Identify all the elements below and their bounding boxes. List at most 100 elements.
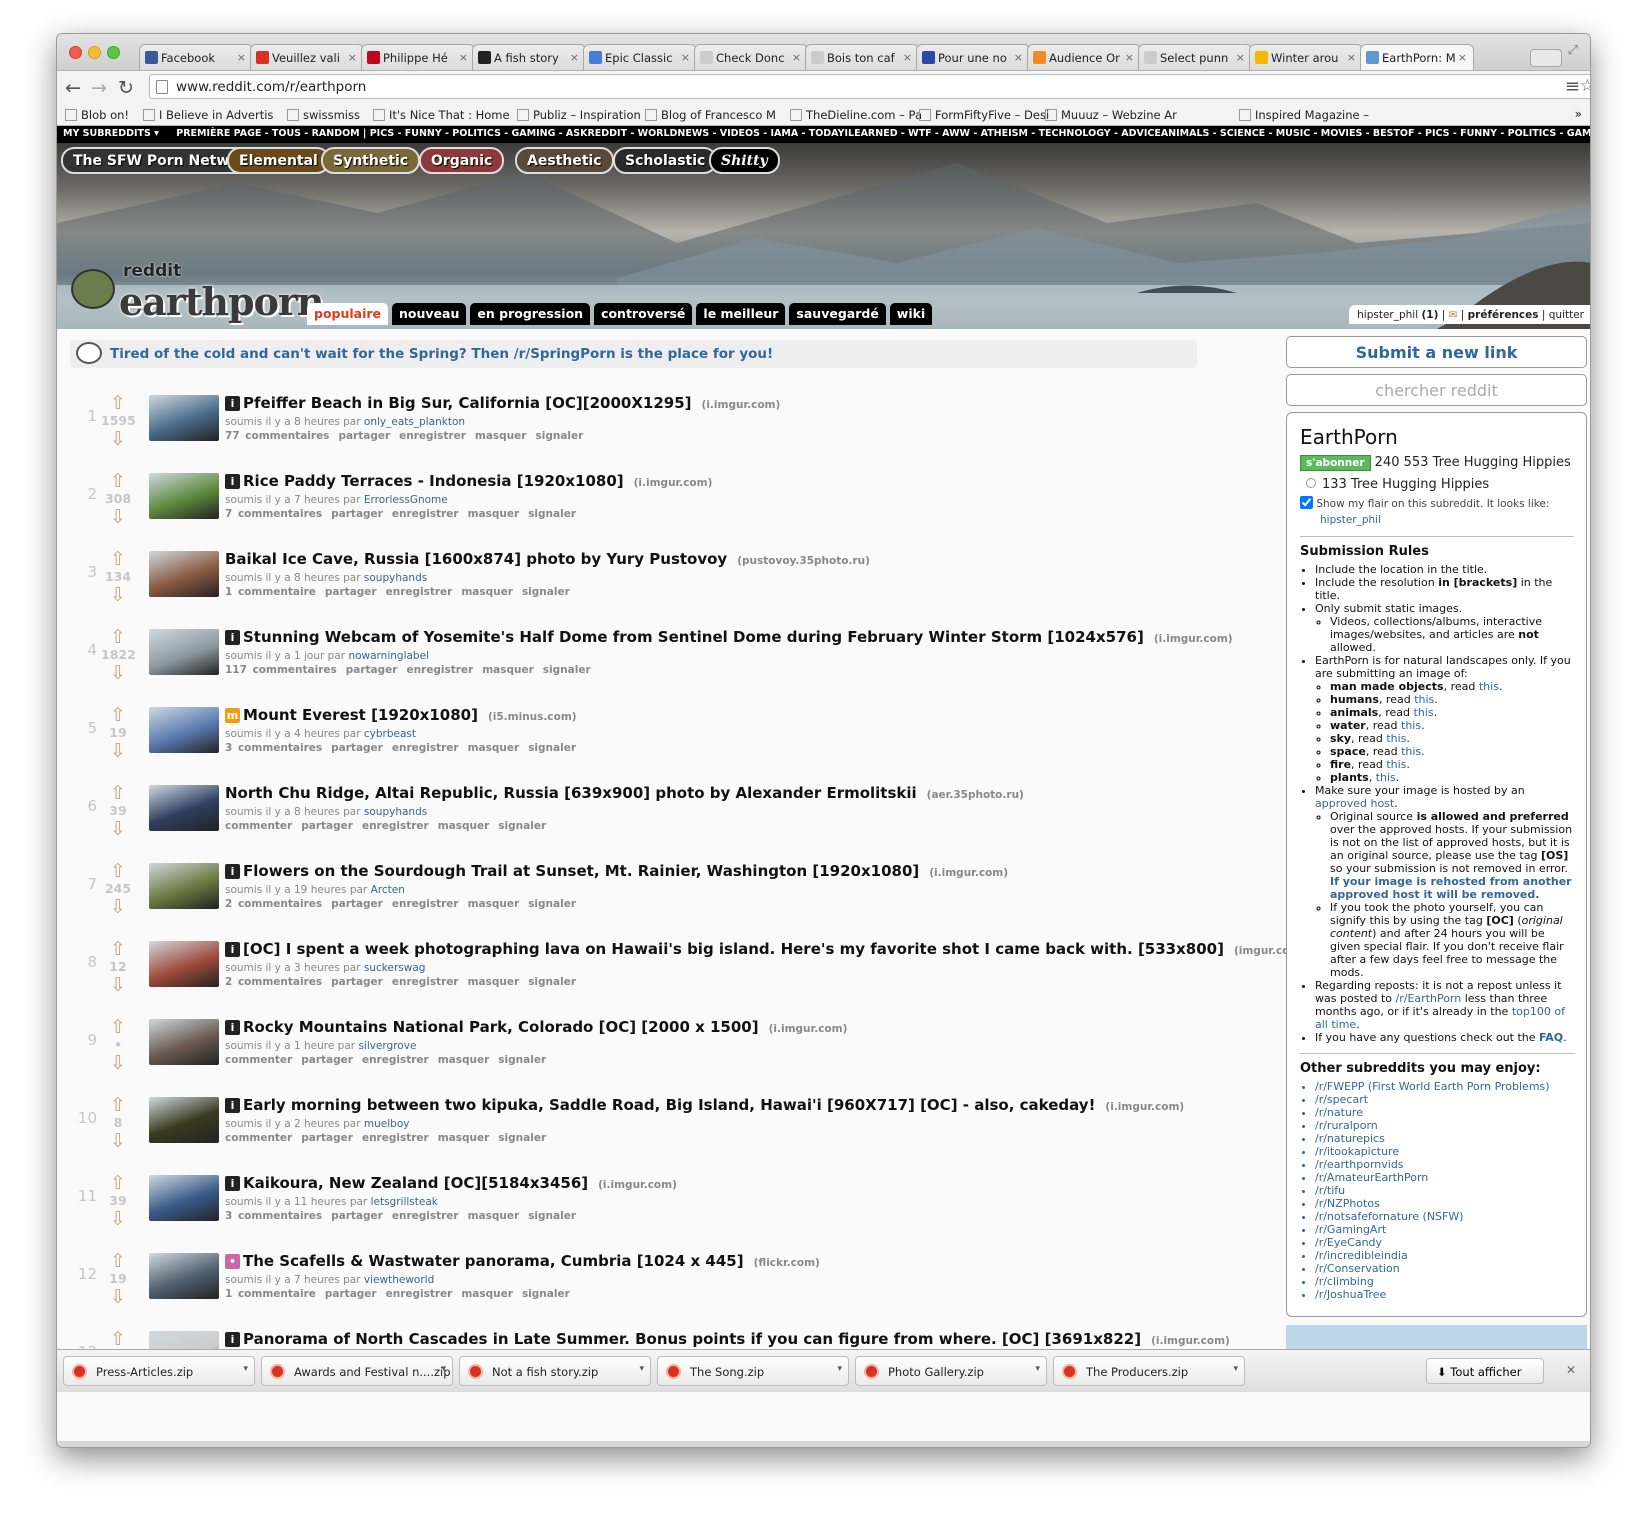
post-action-3[interactable]: signaler [498, 1054, 546, 1066]
post-action-2[interactable]: masquer [468, 742, 520, 754]
downvote-arrow-icon[interactable]: ⇩ [101, 1209, 135, 1229]
other-subreddit-link[interactable]: /r/ruralporn [1315, 1119, 1574, 1132]
bookmark-item[interactable]: swissmiss [287, 108, 360, 122]
post-action-1[interactable]: enregistrer [386, 586, 453, 598]
announcement-bar[interactable]: Tired of the cold and can't wait for the… [70, 340, 1197, 368]
post-action-2[interactable]: masquer [438, 820, 490, 832]
close-tab-icon[interactable]: × [903, 51, 912, 64]
post-action-3[interactable]: signaler [498, 1132, 546, 1144]
other-subreddit-link[interactable]: /r/tifu [1315, 1184, 1574, 1197]
subscribe-button[interactable]: s'abonner [1300, 455, 1371, 471]
forward-button[interactable]: → [91, 77, 107, 99]
show-all-downloads-button[interactable]: ⬇ Tout afficher [1426, 1358, 1544, 1384]
other-subreddit-link[interactable]: /r/specart [1315, 1093, 1574, 1106]
post-action-0[interactable]: partager [346, 664, 398, 676]
comments-link[interactable]: 1 commentaire [225, 1288, 316, 1300]
post-thumbnail[interactable] [149, 707, 219, 753]
minimize-window-button[interactable] [88, 46, 101, 59]
network-link[interactable]: Elemental [227, 147, 330, 174]
post-title[interactable]: Panorama of North Cascades in Late Summe… [243, 1330, 1141, 1348]
downvote-arrow-icon[interactable]: ⇩ [101, 897, 135, 917]
post-author[interactable]: silvergrove [358, 1040, 416, 1052]
post-action-1[interactable]: enregistrer [362, 1054, 429, 1066]
bookmark-item[interactable]: Blog of Francesco M [645, 108, 776, 122]
back-button[interactable]: ← [65, 77, 81, 99]
other-subreddit-link[interactable]: /r/JoshuaTree [1315, 1288, 1574, 1301]
reload-button[interactable]: ↻ [118, 77, 134, 99]
post-title[interactable]: Mount Everest [1920x1080] [243, 706, 478, 724]
sort-tab[interactable]: wiki [889, 303, 933, 325]
post-thumbnail[interactable] [149, 551, 219, 597]
comments-link[interactable]: 2 commentaires [225, 976, 322, 988]
post-domain[interactable]: (i.imgur.com) [634, 477, 713, 489]
post-thumbnail[interactable] [149, 785, 219, 831]
post-title[interactable]: North Chu Ridge, Altai Republic, Russia … [225, 784, 917, 802]
comments-link[interactable]: 1 commentaire [225, 586, 316, 598]
downvote-arrow-icon[interactable]: ⇩ [101, 741, 135, 761]
post-action-1[interactable]: enregistrer [399, 430, 466, 442]
post-action-2[interactable]: masquer [468, 898, 520, 910]
close-tab-icon[interactable]: × [1236, 51, 1245, 64]
close-tab-icon[interactable]: × [1458, 51, 1467, 64]
comments-link[interactable]: commenter [225, 820, 292, 832]
post-title[interactable]: Kaikoura, New Zealand [OC][5184x3456] [243, 1174, 588, 1192]
post-action-3[interactable]: signaler [535, 430, 583, 442]
network-link[interactable]: Organic [419, 147, 505, 174]
download-menu-icon[interactable]: ▾ [1233, 1364, 1238, 1374]
bookmark-item[interactable]: Muuuz – Webzine Ar [1045, 108, 1177, 122]
other-subreddit-link[interactable]: /r/itookapicture [1315, 1145, 1574, 1158]
other-subreddit-link[interactable]: /r/GamingArt [1315, 1223, 1574, 1236]
close-tab-icon[interactable]: × [1347, 51, 1356, 64]
post-action-3[interactable]: signaler [522, 1288, 570, 1300]
upvote-arrow-icon[interactable]: ⇧ [101, 549, 135, 569]
browser-tab[interactable]: Pour une no × [916, 44, 1030, 70]
post-title[interactable]: Pfeiffer Beach in Big Sur, California [O… [243, 394, 692, 412]
upvote-arrow-icon[interactable]: ⇧ [101, 1017, 135, 1037]
comments-link[interactable]: 77 commentaires [225, 430, 329, 442]
post-action-0[interactable]: partager [331, 898, 383, 910]
upvote-arrow-icon[interactable]: ⇧ [101, 1329, 135, 1349]
post-action-2[interactable]: masquer [482, 664, 534, 676]
download-menu-icon[interactable]: ▾ [639, 1364, 644, 1374]
post-action-0[interactable]: partager [325, 586, 377, 598]
post-thumbnail[interactable] [149, 863, 219, 909]
post-action-2[interactable]: masquer [468, 1210, 520, 1222]
post-domain[interactable]: (flickr.com) [754, 1257, 820, 1269]
post-thumbnail[interactable] [149, 1175, 219, 1221]
post-action-1[interactable]: enregistrer [392, 508, 459, 520]
post-action-3[interactable]: signaler [522, 586, 570, 598]
bookmark-item[interactable]: Publiz – Inspiration [517, 108, 641, 122]
post-thumbnail[interactable] [149, 1253, 219, 1299]
post-action-3[interactable]: signaler [543, 664, 591, 676]
post-action-2[interactable]: masquer [468, 976, 520, 988]
other-subreddit-link[interactable]: /r/notsafefornature (NSFW) [1315, 1210, 1574, 1223]
bookmark-item[interactable]: FormFiftyFive – Desi [919, 108, 1049, 122]
comments-link[interactable]: commenter [225, 1054, 292, 1066]
my-subreddits-dropdown[interactable]: MY SUBREDDITS [63, 128, 151, 139]
sort-tab[interactable]: le meilleur [696, 303, 786, 325]
preferences-link[interactable]: préférences [1468, 309, 1539, 321]
post-author[interactable]: soupyhands [364, 806, 427, 818]
post-action-0[interactable]: partager [301, 820, 353, 832]
post-action-0[interactable]: partager [338, 430, 390, 442]
post-author[interactable]: only_eats_plankton [364, 416, 465, 428]
browser-tab[interactable]: EarthPorn: M × [1360, 44, 1474, 70]
post-action-2[interactable]: masquer [438, 1054, 490, 1066]
close-window-button[interactable] [69, 46, 82, 59]
post-action-2[interactable]: masquer [438, 1132, 490, 1144]
upvote-arrow-icon[interactable]: ⇧ [101, 393, 135, 413]
sort-tab[interactable]: en progression [470, 303, 591, 325]
upvote-arrow-icon[interactable]: ⇧ [101, 939, 135, 959]
upvote-arrow-icon[interactable]: ⇧ [101, 471, 135, 491]
browser-tab[interactable]: Select punn × [1138, 44, 1252, 70]
post-domain[interactable]: (i.imgur.com) [1154, 633, 1233, 645]
download-menu-icon[interactable]: ▾ [837, 1364, 842, 1374]
bookmark-star-icon[interactable]: ☆ [1580, 76, 1590, 96]
menu-icon[interactable]: ≡ [1565, 76, 1580, 97]
other-subreddit-link[interactable]: /r/Conservation [1315, 1262, 1574, 1275]
post-action-3[interactable]: signaler [528, 742, 576, 754]
post-action-1[interactable]: enregistrer [392, 976, 459, 988]
post-action-3[interactable]: signaler [498, 820, 546, 832]
new-tab-button[interactable] [1530, 49, 1562, 67]
post-author[interactable]: ErrorlessGnome [364, 494, 448, 506]
